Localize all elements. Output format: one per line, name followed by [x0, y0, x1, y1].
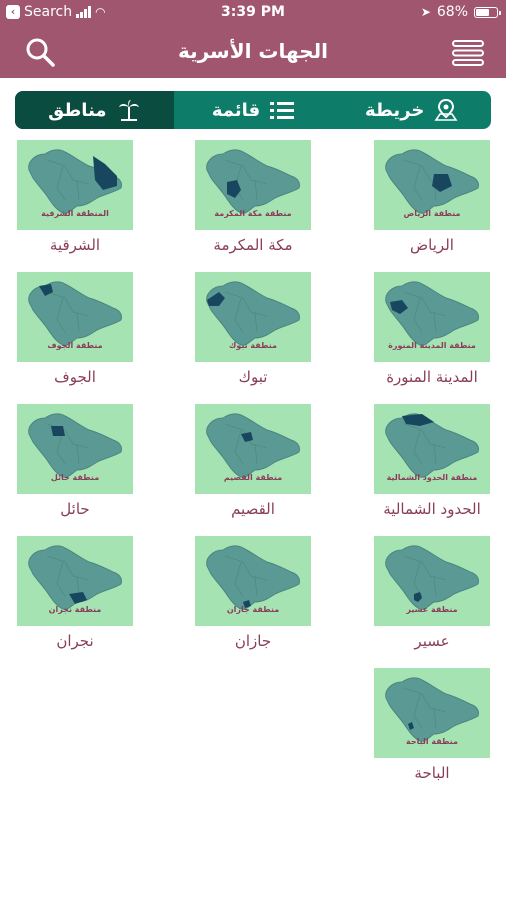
region-tile[interactable]: منطقة تبوك تبوك [194, 272, 312, 386]
region-tile[interactable]: منطقة الجوف الجوف [16, 272, 134, 386]
region-name: نجران [56, 632, 94, 650]
region-name: عسير [414, 632, 450, 650]
region-map-caption: منطقة المدينة المنورة [388, 341, 476, 350]
region-map-caption: منطقة الباحة [405, 737, 459, 746]
region-tile[interactable]: منطقة حائل حائل [16, 404, 134, 518]
region-map-thumbnail[interactable]: منطقة نجران [17, 536, 133, 626]
region-map-caption: منطقة الجوف [47, 341, 103, 350]
tab-list-label: قائمة [211, 99, 261, 121]
region-map-caption: منطقة تبوك [228, 341, 278, 350]
tab-map[interactable]: خريطة [332, 91, 491, 129]
battery-icon [474, 6, 501, 18]
status-bar: ‹ Search ◠ 3:39 PM ➤ 68% [0, 0, 506, 26]
location-icon: ➤ [420, 5, 431, 19]
region-tile[interactable]: منطقة الرياض الرياض [373, 140, 491, 254]
region-map-caption: منطقة الحدود الشمالية [386, 473, 478, 482]
region-map-caption: منطقة القصيم [223, 473, 283, 482]
region-name: الحدود الشمالية [383, 500, 481, 518]
region-name: الرياض [410, 236, 454, 254]
battery-percent: 68% [436, 4, 468, 20]
region-name: مكة المكرمة [213, 236, 293, 254]
region-name: المدينة المنورة [386, 368, 478, 386]
region-name: جازان [234, 632, 272, 650]
region-tile[interactable]: منطقة الباحة الباحة [373, 668, 491, 782]
region-map-thumbnail[interactable]: منطقة حائل [17, 404, 133, 494]
region-map-thumbnail[interactable]: منطقة القصيم [195, 404, 311, 494]
region-map-caption: منطقة الرياض [403, 209, 461, 218]
region-tile[interactable]: منطقة نجران نجران [16, 536, 134, 650]
region-name: الشرقية [49, 236, 101, 254]
region-tile[interactable]: منطقة مكة المكرمة مكة المكرمة [194, 140, 312, 254]
tab-regions-label: مناطق [48, 99, 107, 121]
menu-icon[interactable] [452, 40, 484, 66]
view-tabs: مناطق قائمة خريطة [15, 91, 491, 129]
region-map-thumbnail[interactable]: المنطقة الشرقية [17, 140, 133, 230]
region-map-thumbnail[interactable]: منطقة تبوك [195, 272, 311, 362]
map-pin-icon [434, 99, 458, 121]
region-map-thumbnail[interactable]: منطقة مكة المكرمة [195, 140, 311, 230]
region-tile[interactable]: المنطقة الشرقية الشرقية [16, 140, 134, 254]
region-name: الجوف [54, 368, 96, 386]
region-map-caption: منطقة حائل [50, 473, 100, 482]
region-name: الباحة [414, 764, 450, 782]
region-map-thumbnail[interactable]: منطقة عسير [374, 536, 490, 626]
tab-map-label: خريطة [364, 99, 425, 121]
region-tile[interactable]: منطقة عسير عسير [373, 536, 491, 650]
region-tile[interactable]: منطقة المدينة المنورة المدينة المنورة [373, 272, 491, 386]
region-map-thumbnail[interactable]: منطقة المدينة المنورة [374, 272, 490, 362]
page-title: الجهات الأسرية [177, 39, 329, 63]
region-name: القصيم [231, 500, 275, 518]
region-map-caption: منطقة مكة المكرمة [214, 209, 292, 218]
tab-regions[interactable]: مناطق [15, 91, 174, 129]
region-map-thumbnail[interactable]: منطقة جازان [195, 536, 311, 626]
palm-tree-icon [118, 100, 139, 121]
region-map-thumbnail[interactable]: منطقة الحدود الشمالية [374, 404, 490, 494]
region-name: تبوك [238, 368, 268, 386]
region-map-caption: منطقة جازان [226, 605, 280, 614]
region-tile[interactable]: منطقة الحدود الشمالية الحدود الشمالية [373, 404, 491, 518]
region-map-caption: المنطقة الشرقية [41, 209, 109, 218]
app-bar: الجهات الأسرية [0, 26, 506, 78]
status-right: ➤ 68% [420, 4, 501, 20]
list-icon [270, 102, 295, 119]
region-map-thumbnail[interactable]: منطقة الباحة [374, 668, 490, 758]
region-tile[interactable]: منطقة القصيم القصيم [194, 404, 312, 518]
region-map-thumbnail[interactable]: منطقة الرياض [374, 140, 490, 230]
region-map-caption: منطقة نجران [48, 605, 102, 614]
tab-list[interactable]: قائمة [174, 91, 333, 129]
region-name: حائل [60, 500, 90, 518]
region-map-caption: منطقة عسير [406, 605, 458, 614]
region-map-thumbnail[interactable]: منطقة الجوف [17, 272, 133, 362]
region-tile[interactable]: منطقة جازان جازان [194, 536, 312, 650]
